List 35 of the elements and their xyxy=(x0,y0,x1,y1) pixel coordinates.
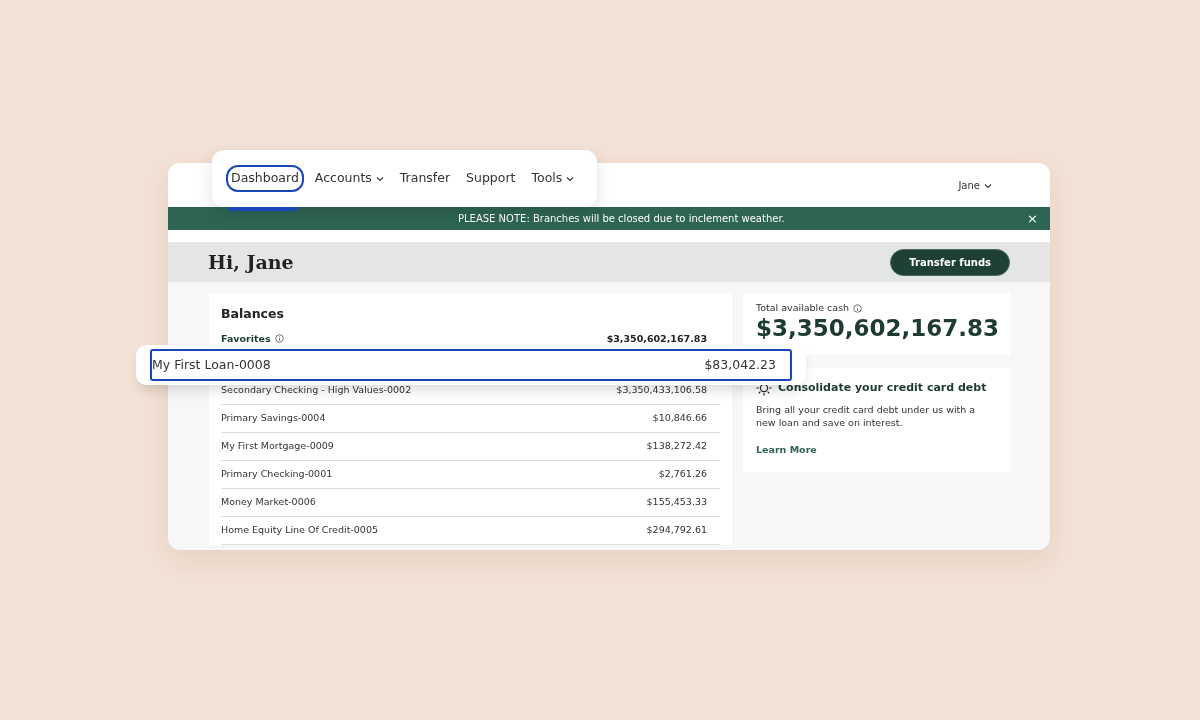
transfer-funds-button[interactable]: Transfer funds xyxy=(890,248,1010,276)
user-menu[interactable]: Jane xyxy=(958,177,992,193)
account-name[interactable]: My First Mortgage-0009 xyxy=(221,439,334,454)
account-balance: $83,042.23 xyxy=(704,355,776,374)
banner-message: PLEASE NOTE: Branches will be closed due to inclement weather. xyxy=(457,212,785,226)
promo-title: Consolidate your credit card debt xyxy=(778,379,987,396)
account-name[interactable]: Money Market-0006 xyxy=(221,495,316,510)
nav-tab[interactable]: Tools xyxy=(526,165,580,192)
nav-tab[interactable]: Transfer xyxy=(394,165,456,192)
card-title: Balances xyxy=(221,305,285,323)
favorites-total: $3,350,602,167.83 xyxy=(606,331,707,346)
account-balance: $294,792.61 xyxy=(646,523,707,538)
learn-more-link[interactable]: Learn More xyxy=(756,443,817,455)
account-balance: $155,453.33 xyxy=(646,495,707,510)
account-balance: $138,272.42 xyxy=(646,439,707,454)
cash-label: Total available cash xyxy=(756,301,850,315)
account-balance: $2,761.26 xyxy=(658,467,707,482)
account-name[interactable]: Secondary Checking - High Values-0002 xyxy=(221,383,412,398)
account-balance: $3,350,433,106.58 xyxy=(616,383,707,398)
promo-text: Bring all your credit card debt under us with a new loan and save on interest. xyxy=(756,404,977,430)
nav-tab[interactable]: Support xyxy=(461,165,521,192)
greeting-title: Hi, Jane xyxy=(208,250,294,274)
favorites-label: Favorites xyxy=(221,331,271,346)
close-button[interactable]: × xyxy=(1027,212,1038,225)
account-name[interactable]: Primary Checking-0001 xyxy=(221,467,333,482)
account-name[interactable]: Primary Savings-0004 xyxy=(221,411,326,426)
account-name[interactable]: Home Equity Line Of Credit-0005 xyxy=(221,523,378,538)
highlighted-account-row[interactable]: My First Loan-0008 $83,042.23 xyxy=(150,349,792,381)
nav-tab[interactable]: Dashboard xyxy=(226,165,304,192)
nav-tab[interactable]: Accounts xyxy=(309,165,389,192)
info-icon xyxy=(274,334,284,344)
account-name: My First Loan-0008 xyxy=(152,355,271,374)
info-icon xyxy=(853,303,863,313)
account-balance: $10,846.66 xyxy=(652,411,707,426)
cash-amount: $3,350,602,167.83 xyxy=(756,315,997,343)
